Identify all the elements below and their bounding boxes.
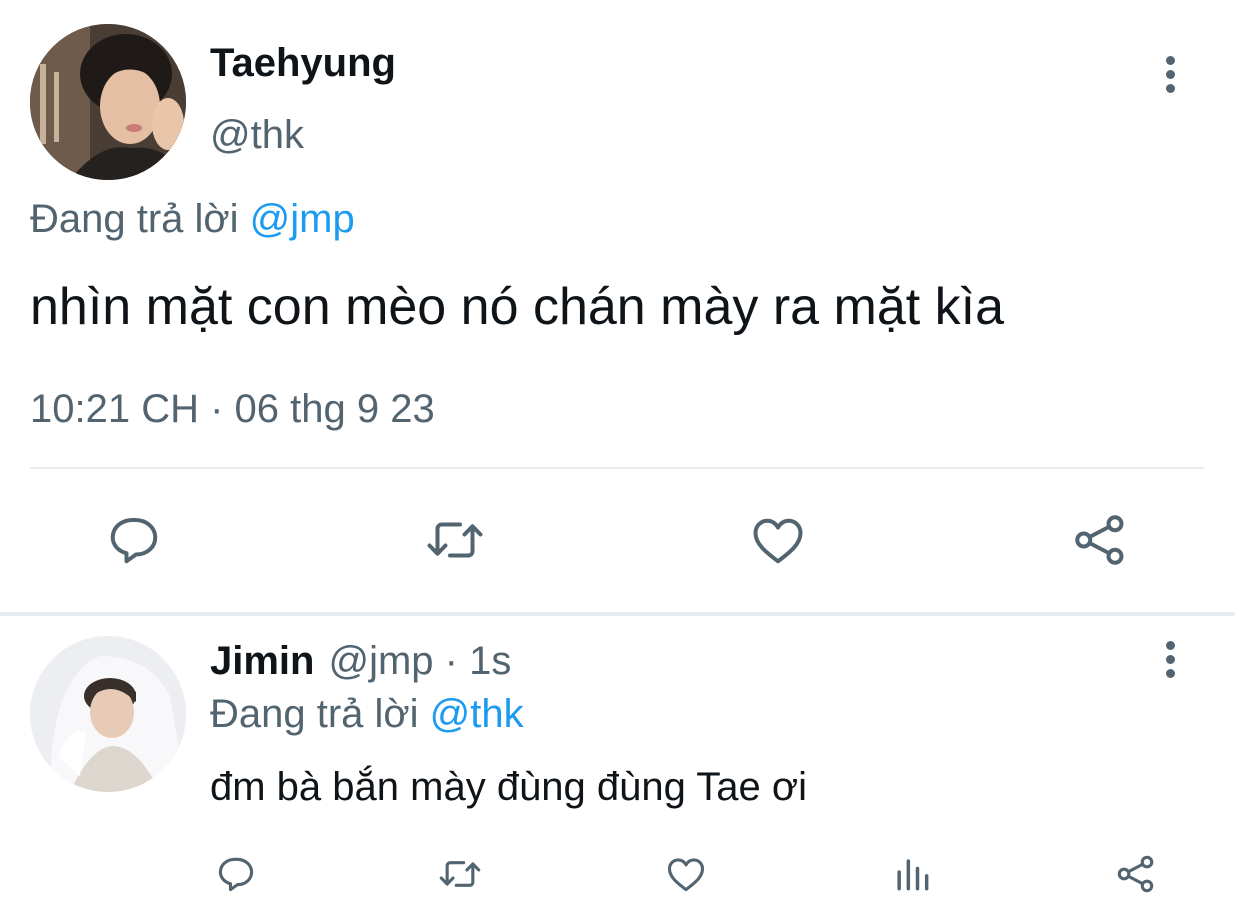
replying-to-line: Đang trả lời @thk — [210, 689, 524, 739]
author-display-name[interactable]: Taehyung — [210, 38, 396, 88]
share-icon[interactable] — [1070, 510, 1130, 570]
reply-author-avatar[interactable] — [30, 636, 186, 792]
divider — [30, 467, 1204, 469]
replying-prefix: Đang trả lời — [210, 692, 430, 736]
section-divider — [0, 612, 1235, 616]
reply-icon[interactable] — [214, 852, 258, 896]
retweet-icon[interactable] — [436, 852, 484, 896]
reply-icon[interactable] — [104, 510, 164, 570]
replying-prefix: Đang trả lời — [30, 197, 250, 241]
analytics-icon[interactable] — [890, 852, 934, 896]
replying-to-mention[interactable]: @thk — [430, 692, 524, 736]
heart-icon[interactable] — [748, 510, 808, 570]
heart-icon[interactable] — [664, 852, 708, 896]
avatar-photo — [30, 24, 186, 180]
more-vertical-icon[interactable] — [1164, 56, 1176, 98]
avatar-photo — [30, 636, 186, 792]
tweet-text: nhìn mặt con mèo nó chán mày ra mặt kìa — [30, 278, 1005, 336]
retweet-icon[interactable] — [422, 510, 488, 570]
reply-handle-time[interactable]: @jmp · 1s — [328, 639, 511, 683]
replying-to-line: Đang trả lời @jmp — [30, 194, 355, 244]
tweet-timestamp[interactable]: 10:21 CH · 06 thg 9 23 — [30, 384, 435, 434]
author-handle[interactable]: @thk — [210, 110, 304, 160]
author-avatar[interactable] — [30, 24, 186, 180]
more-vertical-icon[interactable] — [1164, 641, 1176, 683]
replying-to-mention[interactable]: @jmp — [250, 197, 355, 241]
share-icon[interactable] — [1114, 852, 1158, 896]
reply-display-name[interactable]: Jimin — [210, 639, 314, 683]
reply-header: Jimin @jmp · 1s — [210, 636, 511, 686]
reply-text: đm bà bắn mày đùng đùng Tae ơi — [210, 765, 808, 809]
